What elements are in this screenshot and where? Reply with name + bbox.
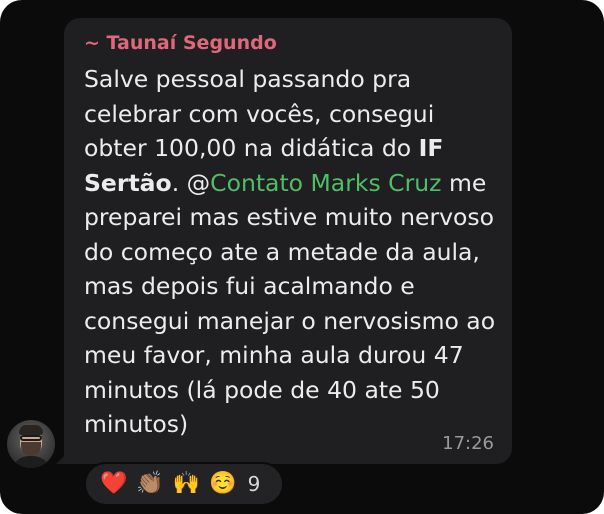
avatar-hair	[19, 425, 43, 435]
clapping-hands-reaction-icon[interactable]: 👏🏽	[136, 473, 163, 495]
chat-screen: ~ Taunaí Segundo Salve pessoal passando …	[0, 0, 604, 514]
message-text: Salve pessoal passando pra celebrar com …	[84, 62, 504, 442]
avatar-glasses	[20, 435, 42, 441]
sender-avatar[interactable]	[7, 420, 55, 468]
message-text-part: Salve pessoal passando pra celebrar com …	[84, 65, 435, 162]
raised-hands-reaction-icon[interactable]: 🙌	[173, 473, 200, 495]
message-text-part: . @	[171, 168, 211, 197]
heart-reaction-icon[interactable]: ❤️	[100, 473, 127, 495]
reactions-bar[interactable]: ❤️ 👏🏽 🙌 ☺️ 9	[84, 462, 284, 506]
message-bubble[interactable]: ~ Taunaí Segundo Salve pessoal passando …	[64, 18, 512, 464]
message-text-part: me preparei mas estive muito nervoso do …	[84, 168, 496, 439]
avatar-beard	[21, 442, 41, 456]
message-timestamp: 17:26	[442, 433, 494, 454]
reaction-count: 9	[247, 472, 261, 496]
mention-link[interactable]: Contato Marks Cruz	[210, 169, 441, 197]
sender-name[interactable]: ~ Taunaí Segundo	[84, 32, 277, 54]
avatar-shirt	[11, 456, 51, 468]
smiling-face-reaction-icon[interactable]: ☺️	[209, 473, 236, 495]
